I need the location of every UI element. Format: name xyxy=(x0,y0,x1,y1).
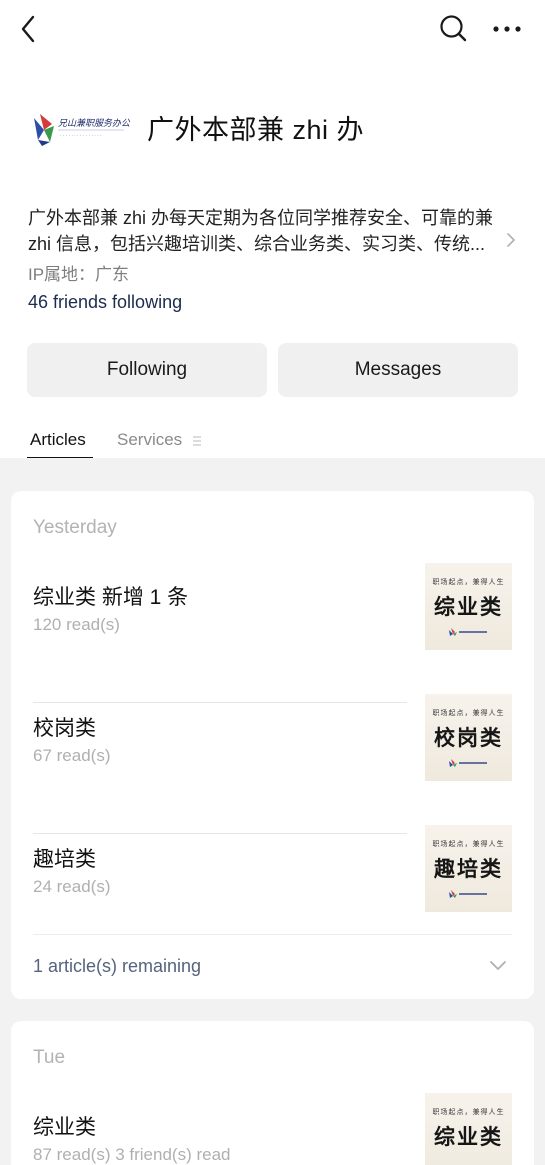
article-thumbnail: 职场起点，兼得人生 校岗类 xyxy=(425,694,512,781)
more-button[interactable] xyxy=(489,14,525,44)
article-group-card: Yesterday 综业类 新增 1 条 120 read(s) 职场起点，兼得… xyxy=(11,491,534,999)
thumbnail-logo xyxy=(449,890,487,898)
top-bar xyxy=(0,0,545,60)
article-group-card: Tue 综业类 87 read(s) 3 friend(s) read 职场起点… xyxy=(11,1021,534,1165)
bio-line: 广外本部兼 zhi 办每天定期为各位同学推荐安全、可靠的兼 xyxy=(28,208,494,228)
article-meta: 87 read(s) 3 friend(s) read xyxy=(33,1145,231,1164)
tab-articles[interactable]: Articles xyxy=(30,430,86,450)
tab-services[interactable]: Services xyxy=(117,430,201,450)
back-button[interactable] xyxy=(14,12,42,46)
article-meta: 67 read(s) xyxy=(33,746,111,765)
account-name: 广外本部兼 zhi 办 xyxy=(147,115,365,145)
chevron-right-icon xyxy=(507,233,515,247)
article-title: 综业类 xyxy=(33,1116,96,1139)
group-date: Yesterday xyxy=(33,517,117,538)
thumbnail-title: 校岗类 xyxy=(434,725,503,750)
article-item[interactable]: 综业类 新增 1 条 120 read(s) 职场起点，兼得人生 综业类 xyxy=(11,561,534,692)
article-title: 趣培类 xyxy=(33,848,96,871)
divider xyxy=(33,934,512,935)
thumbnail-tagline: 职场起点，兼得人生 xyxy=(432,1108,505,1116)
bio-line: zhi 信息，包括兴趣培训类、综合业务类、实习类、传统... xyxy=(28,234,486,254)
article-title: 校岗类 xyxy=(33,717,96,740)
thumbnail-logo xyxy=(449,759,487,767)
messages-button[interactable]: Messages xyxy=(278,343,518,397)
article-item[interactable]: 综业类 87 read(s) 3 friend(s) read 职场起点，兼得人… xyxy=(11,1091,534,1165)
remaining-articles-link[interactable]: 1 article(s) remaining xyxy=(33,956,201,977)
article-thumbnail: 职场起点，兼得人生 趣培类 xyxy=(425,825,512,912)
thumbnail-logo xyxy=(449,628,487,636)
svg-text:· · · · · · · · · · · · · · ·: · · · · · · · · · · · · · · · xyxy=(60,134,101,139)
thumbnail-tagline: 职场起点，兼得人生 xyxy=(432,578,505,586)
search-button[interactable] xyxy=(436,11,470,45)
article-thumbnail: 职场起点，兼得人生 综业类 xyxy=(425,1093,512,1165)
chevron-left-icon xyxy=(21,15,35,43)
article-thumbnail: 职场起点，兼得人生 综业类 xyxy=(425,563,512,650)
thumbnail-tagline: 职场起点，兼得人生 xyxy=(432,840,505,848)
ip-location: IP属地：广东 xyxy=(28,265,130,284)
chevron-down-icon[interactable] xyxy=(489,959,507,971)
tab-services-label: Services xyxy=(117,430,183,449)
profile-section: 兄山兼职服务办公室 · · · · · · · · · · · · · · · … xyxy=(0,60,545,460)
article-feed: Yesterday 综业类 新增 1 条 120 read(s) 职场起点，兼得… xyxy=(0,458,545,1165)
thumbnail-title: 综业类 xyxy=(434,594,503,619)
article-meta: 120 read(s) xyxy=(33,615,120,634)
more-dots-icon xyxy=(493,26,521,32)
article-item[interactable]: 校岗类 67 read(s) 职场起点，兼得人生 校岗类 xyxy=(11,692,534,823)
thumbnail-tagline: 职场起点，兼得人生 xyxy=(432,709,505,717)
following-button[interactable]: Following xyxy=(27,343,267,397)
account-bio[interactable]: 广外本部兼 zhi 办每天定期为各位同学推荐安全、可靠的兼 zhi 信息，包括兴… xyxy=(28,205,515,257)
friends-following-link[interactable]: 46 friends following xyxy=(28,292,182,313)
thumbnail-title: 趣培类 xyxy=(434,856,503,881)
account-logo[interactable]: 兄山兼职服务办公室 · · · · · · · · · · · · · · · xyxy=(30,96,141,156)
tab-bar: Articles Services xyxy=(0,424,545,460)
svg-text:兄山兼职服务办公室: 兄山兼职服务办公室 xyxy=(58,118,130,129)
menu-icon xyxy=(192,435,201,446)
article-title: 综业类 新增 1 条 xyxy=(33,586,189,609)
article-meta: 24 read(s) xyxy=(33,877,111,896)
search-icon xyxy=(440,15,467,42)
thumbnail-title: 综业类 xyxy=(434,1124,503,1149)
group-date: Tue xyxy=(33,1047,66,1068)
